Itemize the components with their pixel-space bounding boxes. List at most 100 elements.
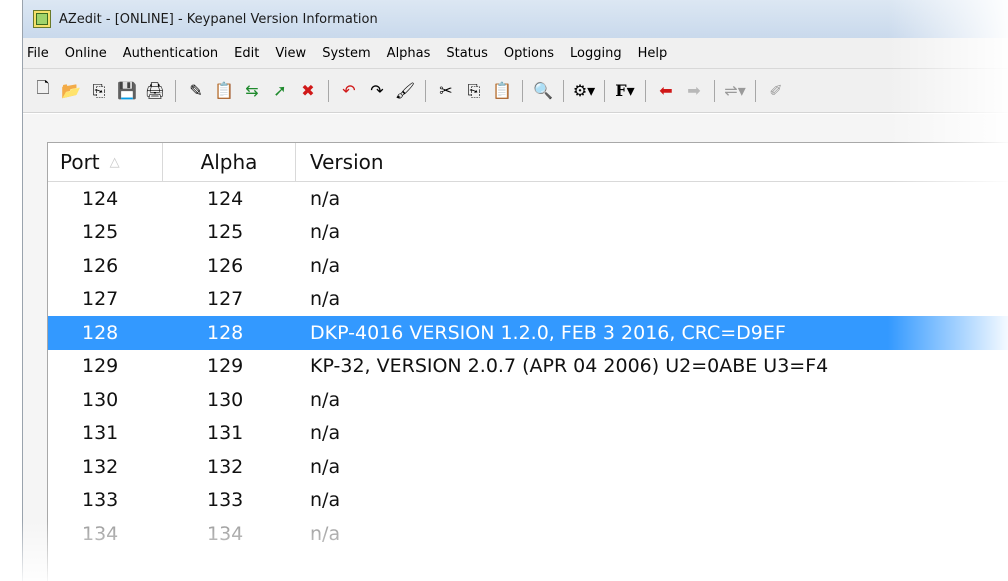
column-header-alpha-label: Alpha [200, 150, 258, 174]
print-icon[interactable]: 🖨 [143, 79, 167, 103]
column-header-version[interactable]: Version [296, 143, 1008, 181]
toolbar-separator [328, 79, 329, 102]
cell-version: n/a [310, 221, 341, 244]
table-row[interactable]: 124 124 n/a [48, 182, 1008, 216]
cell-port: 133 [82, 489, 119, 512]
redo-icon[interactable]: ↷ [365, 79, 389, 103]
cell-alpha: 128 [207, 321, 244, 344]
toolbar-separator [714, 79, 715, 102]
table-row[interactable]: 133 133 n/a [48, 484, 1008, 518]
transfer-icon[interactable]: ⇆ [240, 79, 264, 103]
cell-alpha: 132 [207, 455, 244, 478]
cell-port: 128 [82, 321, 119, 344]
save-icon[interactable]: 💾 [115, 79, 139, 103]
cell-port: 129 [82, 355, 119, 378]
table-row[interactable]: 131 131 n/a [48, 417, 1008, 451]
cell-alpha: 125 [207, 221, 244, 244]
menu-system[interactable]: System [314, 46, 378, 61]
toolbar-separator [563, 79, 564, 102]
cut-icon[interactable]: ✂ [434, 79, 458, 103]
sort-ascending-icon: △ [109, 154, 120, 170]
menu-options[interactable]: Options [496, 46, 562, 61]
cell-alpha: 127 [207, 288, 244, 311]
cell-port: 132 [82, 455, 119, 478]
network-dropdown-icon[interactable]: ⇌▾ [723, 79, 747, 103]
tool-icon[interactable]: ✐ [764, 79, 788, 103]
menu-file[interactable]: File [23, 46, 57, 61]
toolbar-separator [645, 79, 646, 102]
function-dropdown-icon[interactable]: F▾ [613, 79, 637, 103]
paste2-icon[interactable]: 📋 [490, 79, 514, 103]
cell-port: 124 [82, 187, 119, 210]
menu-online[interactable]: Online [57, 46, 115, 61]
undo-icon[interactable]: ↶ [337, 79, 361, 103]
window-title: AZedit - [ONLINE] - Keypanel Version Inf… [59, 11, 378, 27]
table-row[interactable]: 126 126 n/a [48, 249, 1008, 283]
open-icon[interactable]: 📂 [59, 79, 83, 103]
version-table: Port △ Alpha Version 124 124 n/a 125 125… [47, 142, 1008, 581]
copy2-icon[interactable]: ⎘ [462, 79, 486, 103]
cell-version: n/a [310, 489, 341, 512]
cell-version: n/a [310, 388, 341, 411]
toolbar-separator [425, 79, 426, 102]
toolbar: 🗋 📂 ⎘ 💾 🖨 ✎ 📋 ⇆ ➚ ✖ ↶ ↷ 🖌 ✂ ⎘ 📋 🔍 ⚙▾ F▾ … [23, 69, 1008, 113]
cell-version: n/a [310, 254, 341, 277]
table-row[interactable]: 127 127 n/a [48, 283, 1008, 317]
table-row[interactable]: 134 134 n/a [48, 517, 1008, 551]
arrow-right-icon[interactable]: ➡ [682, 79, 706, 103]
cell-version: n/a [310, 455, 341, 478]
app-icon [33, 10, 51, 28]
menu-help[interactable]: Help [630, 46, 676, 61]
table-row[interactable]: 130 130 n/a [48, 383, 1008, 417]
cancel-icon[interactable]: ✖ [296, 79, 320, 103]
cell-version: n/a [310, 288, 341, 311]
menu-edit[interactable]: Edit [226, 46, 267, 61]
table-row-selected[interactable]: 128 128 DKP-4016 VERSION 1.2.0, FEB 3 20… [48, 316, 1008, 350]
arrow-left-icon[interactable]: ⬅ [654, 79, 678, 103]
toolbar-separator [175, 79, 176, 102]
search-icon[interactable]: 🔍 [531, 79, 555, 103]
toolbar-separator [604, 79, 605, 102]
title-bar: AZedit - [ONLINE] - Keypanel Version Inf… [23, 0, 1008, 38]
brush-icon[interactable]: 🖌 [393, 79, 417, 103]
toolbar-separator [755, 79, 756, 102]
table-row[interactable]: 132 132 n/a [48, 450, 1008, 484]
cell-alpha: 133 [207, 489, 244, 512]
cell-alpha: 131 [207, 422, 244, 445]
cell-version: DKP-4016 VERSION 1.2.0, FEB 3 2016, CRC=… [310, 321, 786, 344]
menu-view[interactable]: View [267, 46, 314, 61]
copy-icon[interactable]: ⎘ [87, 79, 111, 103]
cell-version: n/a [310, 522, 341, 545]
cell-version: n/a [310, 187, 341, 210]
send-icon[interactable]: ➚ [268, 79, 292, 103]
cell-version: KP-32, VERSION 2.0.7 (APR 04 2006) U2=0A… [310, 355, 829, 378]
table-header: Port △ Alpha Version [48, 143, 1008, 182]
table-row[interactable]: 125 125 n/a [48, 216, 1008, 250]
edit-icon[interactable]: ✎ [184, 79, 208, 103]
cell-port: 125 [82, 221, 119, 244]
cell-port: 134 [82, 522, 119, 545]
cell-port: 126 [82, 254, 119, 277]
table-row[interactable]: 129 129 KP-32, VERSION 2.0.7 (APR 04 200… [48, 350, 1008, 384]
new-icon[interactable]: 🗋 [31, 78, 55, 103]
cell-alpha: 124 [207, 187, 244, 210]
menu-status[interactable]: Status [438, 46, 495, 61]
cell-alpha: 129 [207, 355, 244, 378]
column-header-port-label: Port [60, 150, 100, 174]
paste-icon[interactable]: 📋 [212, 79, 236, 103]
cell-alpha: 126 [207, 254, 244, 277]
column-header-version-label: Version [310, 150, 384, 174]
menu-authentication[interactable]: Authentication [115, 46, 226, 61]
menu-logging[interactable]: Logging [562, 46, 630, 61]
settings-dropdown-icon[interactable]: ⚙▾ [572, 79, 596, 103]
app-window: AZedit - [ONLINE] - Keypanel Version Inf… [22, 0, 1008, 581]
cell-port: 127 [82, 288, 119, 311]
cell-port: 130 [82, 388, 119, 411]
column-header-alpha[interactable]: Alpha [163, 143, 296, 181]
cell-alpha: 130 [207, 388, 244, 411]
column-header-port[interactable]: Port △ [48, 143, 163, 181]
desktop-edge [0, 0, 22, 581]
cell-port: 131 [82, 422, 119, 445]
menu-alphas[interactable]: Alphas [379, 46, 439, 61]
cell-alpha: 134 [207, 522, 244, 545]
